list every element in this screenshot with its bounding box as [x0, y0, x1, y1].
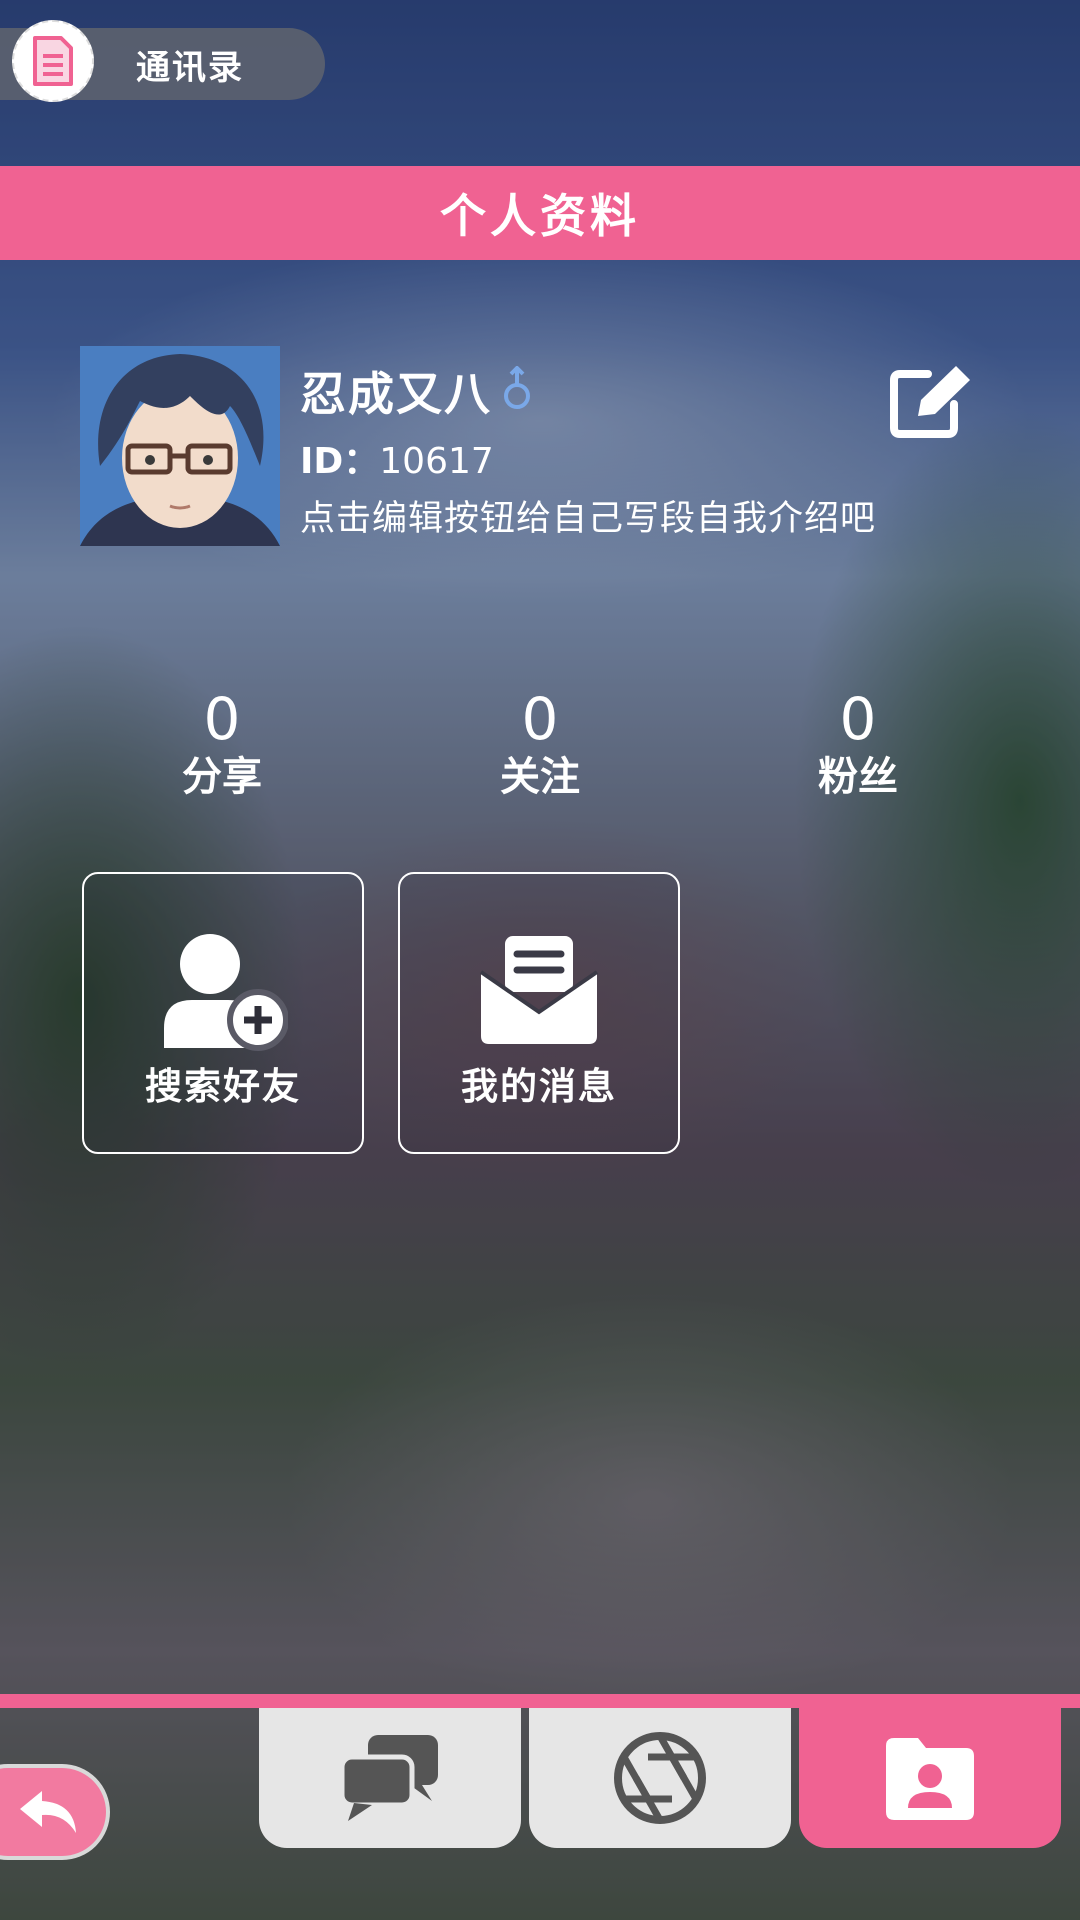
profile-id-value: 10617 — [379, 441, 494, 482]
my-messages-button[interactable]: 我的消息 — [398, 872, 680, 1154]
profile-id: ID：10617 — [300, 432, 494, 484]
stat-shares[interactable]: 0 分享 — [122, 686, 322, 802]
my-messages-label: 我的消息 — [461, 1065, 617, 1108]
edit-profile-icon[interactable] — [888, 360, 974, 440]
stat-following-value: 0 — [521, 685, 559, 753]
tab-chat[interactable] — [259, 1708, 521, 1848]
add-user-icon — [84, 932, 362, 1052]
profile-name-row: 忍成又八 — [300, 358, 532, 424]
tab-moments[interactable] — [529, 1708, 791, 1848]
profile-name: 忍成又八 — [300, 367, 492, 421]
search-friends-label: 搜索好友 — [145, 1065, 301, 1108]
male-gender-icon — [502, 365, 532, 416]
envelope-icon — [400, 932, 678, 1048]
chat-bubbles-icon — [340, 1735, 438, 1821]
tab-profile[interactable] — [799, 1708, 1061, 1848]
stat-following-label: 关注 — [500, 754, 580, 800]
profile-bio: 点击编辑按钮给自己写段自我介绍吧 — [300, 499, 877, 539]
page-title: 个人资料 — [440, 189, 640, 243]
search-friends-button[interactable]: 搜索好友 — [82, 872, 364, 1154]
contacts-book-icon[interactable] — [12, 20, 94, 102]
stat-following[interactable]: 0 关注 — [440, 686, 640, 802]
profile-folder-icon — [886, 1738, 974, 1820]
profile-id-label: ID： — [300, 441, 380, 482]
contacts-label[interactable]: 通讯录 — [136, 40, 244, 89]
back-arrow-icon — [20, 1791, 76, 1833]
avatar[interactable] — [80, 346, 280, 546]
bottom-nav-stripe — [0, 1694, 1080, 1708]
stat-fans[interactable]: 0 粉丝 — [758, 686, 958, 802]
stat-shares-label: 分享 — [182, 754, 262, 800]
stat-fans-label: 粉丝 — [818, 754, 898, 800]
back-button[interactable] — [0, 1764, 110, 1860]
aperture-icon — [614, 1732, 706, 1824]
title-bar: 个人资料 — [0, 166, 1080, 260]
stat-fans-value: 0 — [839, 685, 877, 753]
stat-shares-value: 0 — [203, 685, 241, 753]
